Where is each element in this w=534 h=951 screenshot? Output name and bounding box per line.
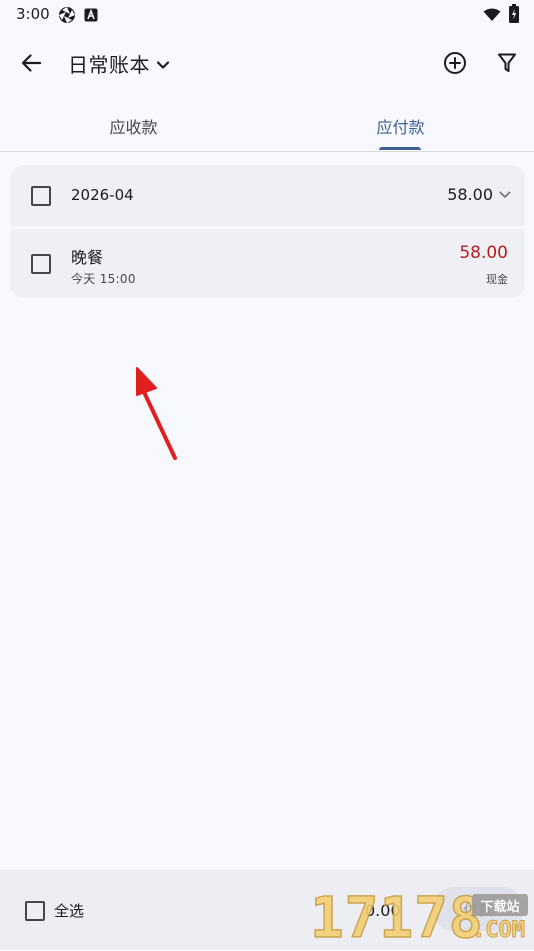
wifi-icon: [483, 7, 501, 26]
pay-button[interactable]: 付款: [432, 887, 524, 931]
tab-receivable[interactable]: 应收款: [0, 100, 267, 151]
tab-row: 应收款 应付款: [0, 100, 534, 152]
status-bar: 3:00: [0, 0, 534, 28]
arrow-back-icon: [21, 54, 41, 72]
expand-chevron-icon[interactable]: [499, 191, 511, 199]
item-checkbox[interactable]: [31, 254, 51, 274]
tab-indicator: [379, 147, 421, 150]
filter-button[interactable]: [490, 46, 524, 80]
back-button[interactable]: [14, 48, 48, 78]
list-item[interactable]: 晚餐 今天 15:00 58.00 现金: [10, 229, 525, 298]
item-amount: 58.00: [459, 243, 508, 263]
add-circle-icon: [444, 52, 466, 74]
ledger-title: 日常账本: [68, 53, 150, 77]
month-group-header[interactable]: 2026-04 58.00: [10, 165, 525, 226]
battery-icon: [509, 4, 519, 27]
group-checkbox[interactable]: [31, 186, 51, 206]
selected-total: 0.00: [365, 901, 401, 920]
item-payment-method: 现金: [486, 273, 508, 286]
group-month: 2026-04: [71, 186, 134, 204]
select-all-box: [25, 900, 45, 921]
group-total: 58.00: [447, 185, 493, 204]
ledger-selector[interactable]: 日常账本: [68, 49, 170, 78]
app-notification-icon: [84, 7, 98, 26]
select-all-label: 全选: [54, 902, 85, 920]
chevron-down-icon: [156, 60, 170, 69]
add-button[interactable]: [438, 46, 472, 80]
select-all-checkbox[interactable]: 全选: [25, 900, 84, 921]
aperture-icon: [58, 6, 76, 28]
item-name: 晚餐: [71, 248, 104, 267]
item-time: 今天 15:00: [71, 272, 136, 286]
status-time: 3:00: [16, 5, 50, 23]
bottom-action-bar: 全选 0.00 付款: [0, 870, 534, 950]
top-app-bar: 日常账本: [0, 36, 534, 88]
filter-icon: [498, 53, 516, 72]
annotation-arrow-icon: [136, 367, 177, 460]
tab-payable[interactable]: 应付款: [267, 100, 534, 151]
